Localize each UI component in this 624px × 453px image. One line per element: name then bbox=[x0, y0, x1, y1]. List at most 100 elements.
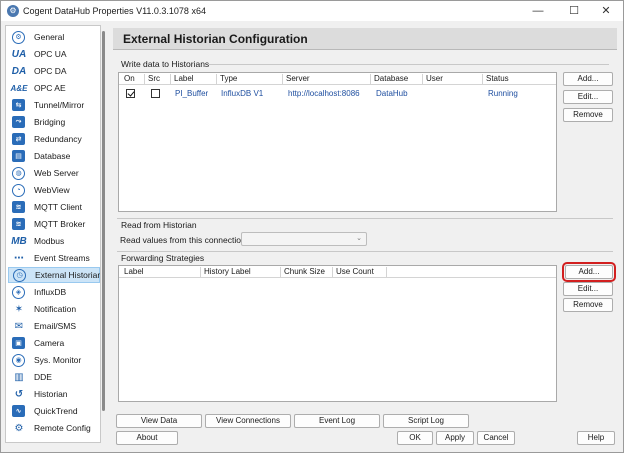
read-group-top-line bbox=[117, 218, 613, 219]
da-icon: DA bbox=[11, 65, 27, 77]
sidebar-item-historian[interactable]: ↺ Historian bbox=[8, 386, 100, 402]
history-icon: ↺ bbox=[14, 388, 24, 400]
col-fwd-label[interactable]: Label bbox=[121, 267, 201, 278]
sidebar-item-label: Tunnel/Mirror bbox=[34, 100, 85, 110]
add-strategy-button[interactable]: Add... bbox=[562, 262, 616, 282]
camera-icon: ▣ bbox=[12, 337, 25, 349]
window-title: Cogent DataHub Properties V11.0.3.1078 x… bbox=[23, 6, 206, 16]
col-chunk-size[interactable]: Chunk Size bbox=[281, 267, 333, 278]
webview-icon: ◔ bbox=[12, 183, 25, 197]
view-connections-button[interactable]: View Connections bbox=[205, 414, 291, 428]
col-on[interactable]: On bbox=[121, 74, 145, 85]
on-checkbox[interactable] bbox=[126, 89, 135, 98]
sidebar-item-label: Notification bbox=[34, 304, 77, 314]
properties-window: ⚙ Cogent DataHub Properties V11.0.3.1078… bbox=[0, 0, 624, 453]
minimize-button[interactable]: — bbox=[521, 1, 555, 21]
mqtt-client-icon: ≋ bbox=[12, 201, 25, 213]
sidebar-item-label: WebView bbox=[34, 185, 70, 195]
col-label[interactable]: Label bbox=[171, 74, 217, 85]
add-historian-button[interactable]: Add... bbox=[563, 72, 613, 86]
sidebar-item-opc-da[interactable]: DA OPC DA bbox=[8, 63, 100, 79]
forward-group-top-line bbox=[117, 251, 613, 252]
sidebar-item-bridging[interactable]: ⤳ Bridging bbox=[8, 114, 100, 130]
col-status[interactable]: Status bbox=[483, 74, 556, 85]
sidebar-item-mqtt-client[interactable]: ≋ MQTT Client bbox=[8, 199, 100, 215]
remote-config-icon: ⚙ bbox=[14, 422, 24, 434]
sidebar-item-label: Web Server bbox=[34, 168, 79, 178]
sidebar-item-webview[interactable]: ◔ WebView bbox=[8, 182, 100, 198]
sidebar-item-dde[interactable]: ▥ DDE bbox=[8, 369, 100, 385]
sidebar-item-sys-monitor[interactable]: ◉ Sys. Monitor bbox=[8, 352, 100, 368]
sidebar-item-general[interactable]: ⚙ General bbox=[8, 29, 100, 45]
read-connection-label: Read values from this connection bbox=[120, 235, 246, 245]
sidebar-item-modbus[interactable]: MB Modbus bbox=[8, 233, 100, 249]
forward-group-label: Forwarding Strategies bbox=[121, 253, 205, 263]
sidebar-item-opc-ua[interactable]: UA OPC UA bbox=[8, 46, 100, 62]
edit-historian-button[interactable]: Edit... bbox=[563, 90, 613, 104]
sidebar-item-camera[interactable]: ▣ Camera bbox=[8, 335, 100, 351]
edit-strategy-button[interactable]: Edit... bbox=[563, 282, 613, 296]
forwarding-table-header: Label History Label Chunk Size Use Count bbox=[119, 266, 556, 278]
col-src[interactable]: Src bbox=[145, 74, 171, 85]
col-history-label[interactable]: History Label bbox=[201, 267, 281, 278]
sidebar-item-notification[interactable]: ✶ Notification bbox=[8, 301, 100, 317]
tunnel-icon: ⇆ bbox=[12, 99, 25, 111]
sidebar-scrollbar[interactable] bbox=[102, 31, 105, 411]
col-database[interactable]: Database bbox=[371, 74, 423, 85]
about-button[interactable]: About bbox=[116, 431, 178, 445]
col-use-count[interactable]: Use Count bbox=[333, 267, 387, 278]
title-bar: ⚙ Cogent DataHub Properties V11.0.3.1078… bbox=[1, 1, 623, 21]
sidebar-item-external-historian[interactable]: ◷ External Historian bbox=[8, 267, 100, 283]
script-log-button[interactable]: Script Log bbox=[383, 414, 469, 428]
sidebar-item-label: External Historian bbox=[35, 270, 101, 280]
sidebar-item-label: Camera bbox=[34, 338, 65, 348]
sidebar-item-opc-ae[interactable]: A&E OPC AE bbox=[8, 80, 100, 96]
ok-button[interactable]: OK bbox=[397, 431, 433, 445]
col-server[interactable]: Server bbox=[283, 74, 371, 85]
cancel-button[interactable]: Cancel bbox=[477, 431, 515, 445]
sidebar-item-label: Bridging bbox=[34, 117, 66, 127]
write-group-divider bbox=[209, 64, 609, 65]
sidebar-item-label: InfluxDB bbox=[34, 287, 67, 297]
page-header: External Historian Configuration bbox=[113, 28, 617, 50]
sidebar-item-label: DDE bbox=[34, 372, 52, 382]
sidebar-item-tunnel-mirror[interactable]: ⇆ Tunnel/Mirror bbox=[8, 97, 100, 113]
read-connection-select[interactable]: ⌄ bbox=[241, 232, 367, 246]
remove-historian-button[interactable]: Remove bbox=[563, 108, 613, 122]
src-checkbox[interactable] bbox=[151, 89, 160, 98]
sidebar-item-influxdb[interactable]: ◈ InfluxDB bbox=[8, 284, 100, 300]
sidebar-item-email-sms[interactable]: ✉ Email/SMS bbox=[8, 318, 100, 334]
sidebar-item-label: Database bbox=[34, 151, 71, 161]
sidebar-item-remote-config[interactable]: ⚙ Remote Config bbox=[8, 420, 100, 436]
forwarding-table[interactable]: Label History Label Chunk Size Use Count bbox=[118, 265, 557, 402]
sidebar-item-event-streams[interactable]: ⋯ Event Streams bbox=[8, 250, 100, 266]
historians-table[interactable]: On Src Label Type Server Database User S… bbox=[118, 72, 557, 212]
sidebar-item-quicktrend[interactable]: ∿ QuickTrend bbox=[8, 403, 100, 419]
row-status: Running bbox=[488, 89, 518, 98]
col-user[interactable]: User bbox=[423, 74, 483, 85]
sidebar-item-redundancy[interactable]: ⇄ Redundancy bbox=[8, 131, 100, 147]
row-database: DataHub bbox=[376, 89, 408, 98]
sidebar-item-database[interactable]: ▤ Database bbox=[8, 148, 100, 164]
apply-button[interactable]: Apply bbox=[436, 431, 474, 445]
sidebar-item-mqtt-broker[interactable]: ≋ MQTT Broker bbox=[8, 216, 100, 232]
maximize-button[interactable]: ☐ bbox=[557, 1, 591, 21]
sidebar-item-label: MQTT Client bbox=[34, 202, 83, 212]
help-button[interactable]: Help bbox=[577, 431, 615, 445]
view-data-button[interactable]: View Data bbox=[116, 414, 202, 428]
sidebar-item-web-server[interactable]: ◍ Web Server bbox=[8, 165, 100, 181]
sidebar-item-label: Historian bbox=[34, 389, 68, 399]
chevron-down-icon: ⌄ bbox=[356, 235, 362, 242]
row-server: http://localhost:8086 bbox=[288, 89, 360, 98]
remove-strategy-button[interactable]: Remove bbox=[563, 298, 613, 312]
sidebar-item-label: OPC AE bbox=[34, 83, 66, 93]
notification-icon: ✶ bbox=[14, 303, 24, 315]
sidebar-item-label: Sys. Monitor bbox=[34, 355, 82, 365]
col-type[interactable]: Type bbox=[217, 74, 283, 85]
modbus-icon: MB bbox=[11, 235, 27, 247]
event-log-button[interactable]: Event Log bbox=[294, 414, 380, 428]
trend-icon: ∿ bbox=[12, 405, 25, 417]
close-button[interactable]: ✕ bbox=[589, 1, 623, 21]
database-icon: ▤ bbox=[12, 150, 25, 162]
historian-icon: ◷ bbox=[13, 268, 26, 282]
